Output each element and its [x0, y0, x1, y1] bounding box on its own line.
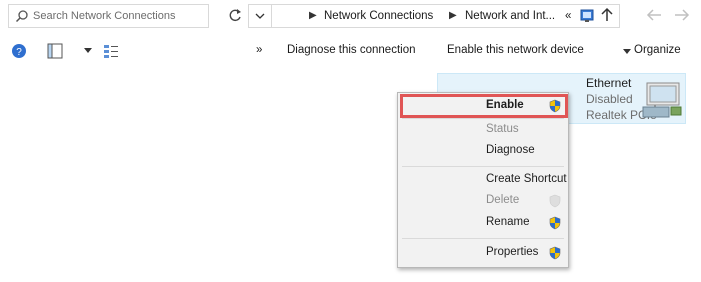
menu-item-label: Diagnose	[486, 144, 535, 156]
chevron-down-icon[interactable]	[251, 7, 269, 25]
breadcrumb-network-and-internet[interactable]: Network and Int...	[465, 10, 555, 22]
uac-shield-icon	[549, 216, 561, 230]
chevron-right-icon: ▶	[449, 10, 457, 21]
organize-button[interactable]: Organize	[634, 44, 681, 56]
svg-text:?: ?	[16, 47, 22, 58]
menu-item-label: Properties	[486, 246, 539, 258]
chevron-down-icon[interactable]	[82, 44, 94, 56]
refresh-icon[interactable]	[224, 6, 246, 26]
menu-item-properties[interactable]: Properties	[398, 243, 568, 263]
search-input[interactable]: Search Network Connections	[8, 4, 209, 28]
uac-shield-icon	[549, 194, 561, 208]
forward-arrow-icon[interactable]	[646, 6, 664, 24]
menu-item-create-shortcut[interactable]: Create Shortcut	[398, 170, 568, 190]
adapter-name: Ethernet	[586, 76, 632, 90]
toolbar-more-button[interactable]: »	[256, 44, 262, 56]
search-icon	[15, 10, 28, 23]
adapter-status: Disabled	[586, 92, 633, 106]
search-placeholder: Search Network Connections	[33, 10, 176, 22]
address-bar[interactable]: ▶ Network Connections ▶ Network and Int.…	[248, 4, 620, 28]
up-arrow-icon[interactable]	[598, 6, 616, 24]
uac-shield-icon	[549, 246, 561, 260]
menu-item-label: Status	[486, 123, 519, 135]
enable-device-button[interactable]: Enable this network device	[447, 44, 584, 56]
chevron-down-icon[interactable]	[622, 46, 632, 56]
menu-item-delete[interactable]: Delete	[398, 191, 568, 211]
menu-separator	[402, 166, 564, 167]
enable-highlight-box	[400, 94, 568, 118]
preview-pane-icon[interactable]	[46, 42, 64, 60]
menu-item-label: Delete	[486, 194, 520, 206]
diagnose-connection-button[interactable]: Diagnose this connection	[287, 44, 416, 56]
change-view-icon[interactable]	[102, 42, 120, 60]
network-connections-icon	[580, 9, 594, 22]
help-icon[interactable]: ?	[10, 42, 28, 60]
network-adapter-icon	[642, 82, 682, 118]
divider	[271, 5, 272, 27]
menu-item-label: Create Shortcut	[486, 173, 567, 185]
menu-item-diagnose[interactable]: Diagnose	[398, 141, 568, 161]
menu-separator	[402, 238, 564, 239]
menu-item-rename[interactable]: Rename	[398, 213, 568, 233]
menu-item-label: Rename	[486, 216, 530, 228]
chevron-right-icon: ▶	[309, 10, 317, 21]
context-menu: Enable Status Diagnose Create Shortcut D…	[397, 92, 569, 268]
breadcrumb-overflow[interactable]: «	[565, 10, 571, 22]
menu-item-status[interactable]: Status	[398, 120, 568, 140]
breadcrumb-network-connections[interactable]: Network Connections	[324, 10, 433, 22]
menu-separator	[402, 118, 564, 119]
back-arrow-icon[interactable]	[672, 6, 690, 24]
